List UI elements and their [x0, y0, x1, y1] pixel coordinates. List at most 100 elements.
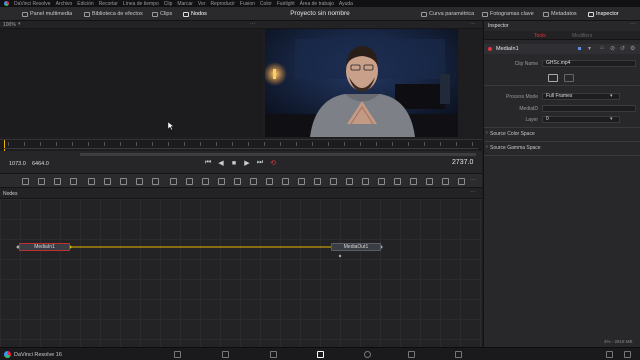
timeline-ruler[interactable] — [0, 139, 482, 151]
edit-page-icon[interactable] — [270, 351, 277, 358]
playhead-marker[interactable] — [4, 140, 5, 151]
fusion-tool-icon[interactable] — [70, 178, 77, 185]
fusion-tool-icon[interactable] — [218, 178, 225, 185]
layer-select[interactable]: 0 — [542, 116, 620, 123]
stop-icon[interactable]: ■ — [230, 159, 238, 167]
menu-item[interactable]: Edición — [77, 1, 93, 7]
fusion-tool-icon[interactable] — [136, 178, 143, 185]
tab-modifiers[interactable]: Modifiers — [572, 33, 592, 39]
fairlight-page-icon[interactable] — [408, 351, 415, 358]
fusion-tool-icon[interactable] — [202, 178, 209, 185]
menu-item[interactable]: Marcar — [177, 1, 193, 7]
play-icon[interactable]: ▶ — [243, 159, 251, 167]
viewer-menu-icon[interactable]: ··· — [250, 21, 255, 27]
fusion-tool-icon[interactable] — [314, 178, 321, 185]
effects-library-button[interactable]: Biblioteca de efectos — [84, 10, 143, 18]
clip-name-field[interactable]: GHSc.mp4 — [542, 60, 636, 67]
fusion-tool-icon[interactable] — [54, 178, 61, 185]
current-frame[interactable]: 2737.0 — [452, 159, 473, 166]
menu-item[interactable]: Ayuda — [339, 1, 353, 7]
fusion-tool-icon[interactable] — [362, 178, 369, 185]
loop-icon[interactable]: ⟲ — [269, 159, 277, 167]
fusion-tool-icon[interactable] — [88, 178, 95, 185]
deliver-page-icon[interactable] — [455, 351, 462, 358]
image-tab-icon[interactable] — [548, 74, 558, 82]
fusion-tool-icon[interactable] — [458, 178, 465, 185]
node-enable-icon[interactable] — [488, 47, 492, 51]
fusion-tool-icon[interactable] — [298, 178, 305, 185]
menu-item[interactable]: Fairlight — [277, 1, 295, 7]
fusion-tool-icon[interactable] — [186, 178, 193, 185]
menu-item[interactable]: Clip — [164, 1, 173, 7]
metadata-button[interactable]: Metadatos — [543, 10, 577, 18]
fusion-page-icon[interactable] — [317, 351, 324, 358]
clips-button[interactable]: Clips — [152, 10, 172, 18]
nodes-menu-icon[interactable]: ··· — [470, 189, 476, 195]
settings-icon[interactable]: ⚙ — [630, 45, 635, 52]
menu-item[interactable]: Línea de tiempo — [123, 1, 159, 7]
menu-item[interactable]: Reproducir — [210, 1, 234, 7]
fusion-tool-icon[interactable] — [234, 178, 241, 185]
step-back-icon[interactable]: ◀ — [217, 159, 225, 167]
fusion-tool-icon[interactable] — [266, 178, 273, 185]
fusion-tool-icon[interactable] — [152, 178, 159, 185]
skip-to-end-icon[interactable]: ⏭ — [256, 159, 264, 167]
fusion-tool-icon[interactable] — [346, 178, 353, 185]
node-mediain1[interactable]: MediaIn1 — [19, 243, 70, 251]
viewer2-menu-icon[interactable]: ··· — [470, 21, 475, 27]
process-mode-select[interactable]: Full Frames — [542, 93, 620, 100]
fusion-tool-icon[interactable] — [426, 178, 433, 185]
fusion-tool-icon[interactable] — [378, 178, 385, 185]
version-icon[interactable]: ▾ — [588, 45, 591, 52]
fusion-tool-icon[interactable] — [38, 178, 45, 185]
color-swatch-icon[interactable] — [578, 47, 581, 50]
zoom-level[interactable]: 100% — [3, 22, 16, 28]
media-page-icon[interactable] — [174, 351, 181, 358]
fusion-tool-icon[interactable] — [442, 178, 449, 185]
fusion-tool-icon[interactable] — [330, 178, 337, 185]
mediaid-field[interactable] — [542, 105, 636, 112]
lock-icon[interactable]: ⊘ — [610, 45, 615, 52]
fusion-tool-icon[interactable] — [170, 178, 177, 185]
source-color-space-section[interactable]: Source Color Space — [490, 131, 535, 137]
settings-icon[interactable] — [624, 351, 631, 358]
fusion-tool-icon[interactable] — [410, 178, 417, 185]
skip-to-start-icon[interactable]: ⏮ — [204, 159, 212, 167]
menu-item[interactable]: Fusion — [240, 1, 255, 7]
node-mediaout1[interactable]: MediaOut1 — [331, 243, 381, 251]
node-mask-port[interactable] — [338, 254, 342, 258]
viewer-right-video-frame[interactable] — [265, 29, 458, 137]
fusion-tool-icon[interactable] — [104, 178, 111, 185]
cut-page-icon[interactable] — [222, 351, 229, 358]
nodes-button[interactable]: Nodos — [183, 10, 207, 18]
fusion-tool-icon[interactable] — [282, 178, 289, 185]
node-editor-canvas[interactable]: MediaIn1 MediaOut1 — [0, 199, 482, 347]
end-frame[interactable]: 6464.0 — [32, 161, 49, 167]
viewer-left[interactable] — [0, 29, 262, 137]
menu-item[interactable]: DaVinci Resolve — [14, 1, 51, 7]
start-frame[interactable]: 1073.0 — [9, 161, 26, 167]
menu-item[interactable]: Área de trabajo — [300, 1, 334, 7]
tab-tools[interactable]: Tools — [534, 33, 546, 39]
menu-item[interactable]: Color — [260, 1, 272, 7]
menu-item[interactable]: Ver — [198, 1, 206, 7]
zoom-dropdown-icon[interactable]: ▾ — [18, 21, 21, 27]
media-pool-button[interactable]: Panel multimedia — [22, 10, 72, 18]
keyframes-button[interactable]: Fotogramas clave — [482, 10, 534, 18]
audio-tab-icon[interactable] — [564, 74, 574, 82]
home-icon[interactable] — [606, 351, 613, 358]
menu-item[interactable]: Recortar — [99, 1, 118, 7]
menu-item[interactable]: Archivo — [56, 1, 73, 7]
inspector-menu-icon[interactable]: ··· — [630, 21, 636, 27]
fusion-tool-icon[interactable] — [394, 178, 401, 185]
inspector-button[interactable]: Inspector — [588, 10, 619, 18]
fusion-tool-icon[interactable] — [22, 178, 29, 185]
fusion-tool-icon[interactable] — [250, 178, 257, 185]
curves-button[interactable]: Curva paramétrica — [421, 10, 474, 18]
color-page-icon[interactable] — [364, 351, 371, 358]
reset-icon[interactable]: ↺ — [620, 45, 625, 52]
fusion-tool-icon[interactable] — [120, 178, 127, 185]
toolbar-menu-icon[interactable]: ··· — [470, 177, 476, 183]
render-range-bar[interactable] — [80, 153, 476, 156]
source-gamma-space-section[interactable]: Source Gamma Space — [490, 145, 541, 151]
